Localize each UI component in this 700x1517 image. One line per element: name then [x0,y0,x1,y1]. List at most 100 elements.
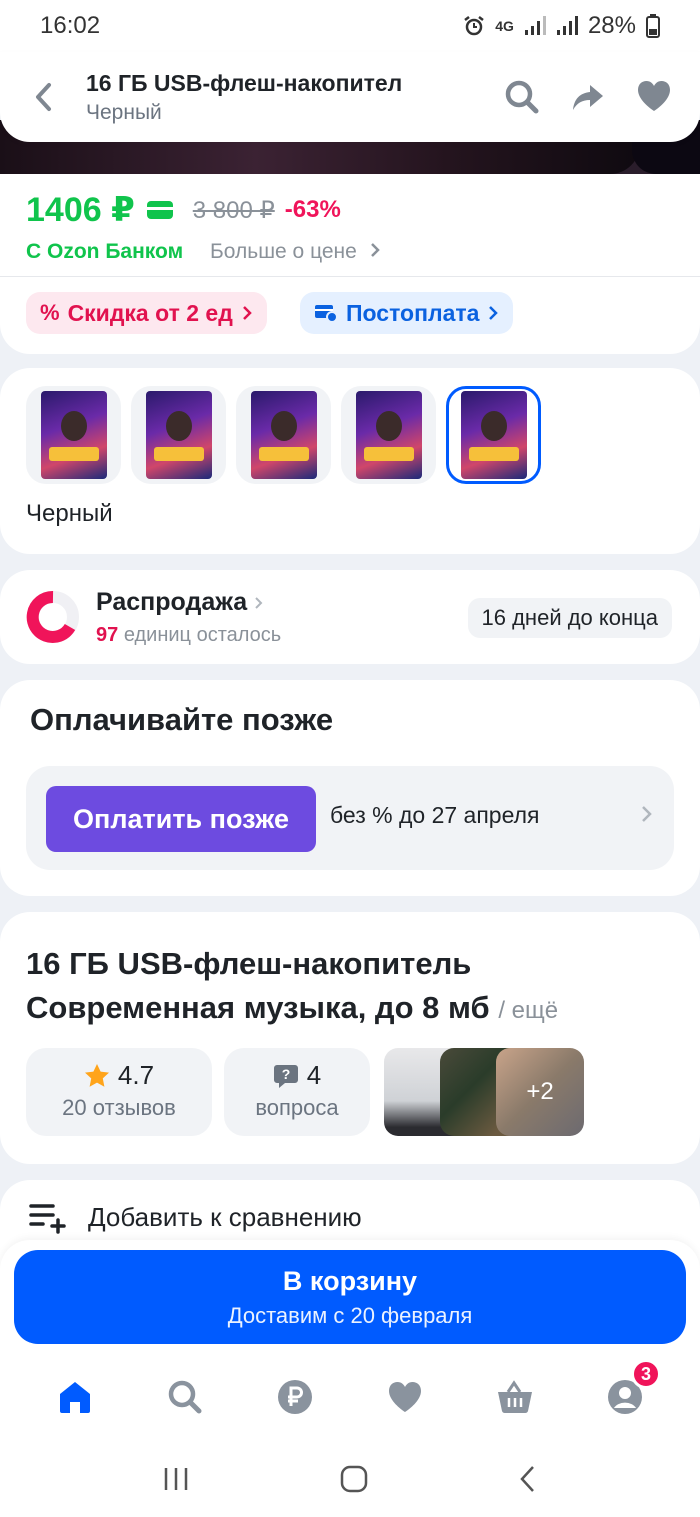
header-subtitle: Черный [86,100,162,124]
variant-thumb[interactable] [131,386,226,484]
battery-icon [646,14,660,38]
tab-finance[interactable] [265,1367,325,1427]
variant-thumb[interactable] [26,386,121,484]
pay-later-offer[interactable]: Оплатить позже без % до 27 апреля [26,766,674,870]
header-title: 16 ГБ USB-флеш-накопител [86,69,403,96]
network-type: 4G [495,18,514,34]
sale-card[interactable]: Распродажа 97 единиц осталось 16 дней до… [0,570,700,664]
questions-block[interactable]: ? 4 вопроса [224,1048,370,1136]
selected-variant-label: Черный [26,500,113,527]
profile-badge: 3 [631,1359,661,1389]
divider [0,276,700,277]
questions-count: 4 [306,1060,322,1090]
chevron-right-icon [489,306,499,320]
percent-icon: % [40,300,60,325]
variant-image [460,391,527,479]
tab-catalog[interactable] [155,1367,215,1427]
show-more-link[interactable]: / ещё [498,997,558,1024]
ruble-icon [278,1380,312,1414]
sale-title-text: Распродажа [96,588,248,616]
customer-photo-more[interactable]: +2 [496,1048,584,1136]
postpay-chip[interactable]: Постоплата [300,292,514,334]
basket-icon [498,1380,532,1414]
home-button-icon[interactable] [340,1465,368,1493]
chevron-right-icon [242,306,252,320]
discount-chip-label: Скидка от 2 ед [67,299,233,326]
compare-list-icon [29,1204,66,1234]
pay-later-card: Оплачивайте позже Оплатить позже без % д… [0,680,700,896]
tab-home[interactable] [45,1367,105,1427]
chevron-right-icon [642,806,652,822]
product-info-card: 16 ГБ USB-флеш-накопитель Современная му… [0,912,700,1164]
status-time: 16:02 [40,12,101,39]
svg-text:?: ? [281,1066,290,1082]
product-header: 16 ГБ USB-флеш-накопител Черный [0,52,700,142]
variant-image [355,391,422,479]
tab-profile[interactable]: 3 [595,1359,661,1427]
search-icon[interactable] [504,79,540,115]
variant-image [145,391,212,479]
bottom-tab-bar: 3 [0,1354,700,1440]
pay-later-terms: без % до 27 апреля [330,802,540,828]
questions-label: вопроса [255,1095,339,1120]
recent-apps-icon[interactable] [162,1466,190,1492]
alarm-icon [464,16,485,36]
rating-value: 4.7 [117,1060,155,1090]
add-to-compare-label: Добавить к сравнению [88,1201,362,1232]
variant-thumb[interactable] [341,386,436,484]
variant-thumb-selected[interactable] [446,386,541,484]
back-nav-icon[interactable] [518,1465,538,1493]
card-clock-icon [315,305,338,323]
rating-block[interactable]: 4.7 20 отзывов [26,1048,212,1136]
reviews-count: 20 отзывов [62,1095,176,1120]
chevron-right-icon [370,243,380,257]
sale-count: 97 [96,624,119,646]
sale-units-text: единиц осталось [123,624,282,646]
search-icon [168,1380,202,1414]
pay-later-button[interactable]: Оплатить позже [46,786,316,852]
price-discount: -63% [284,196,341,223]
delivery-date: Доставим с 20 февраля [227,1303,473,1328]
chevron-left-icon [36,83,51,111]
battery-percent: 28% [587,12,636,39]
sale-units-left: 97 единиц осталось [96,624,281,647]
variant-image [40,391,107,479]
signal-icon-2 [556,16,578,35]
heart-icon [389,1382,421,1412]
photos-more-count: +2 [526,1078,554,1105]
add-to-compare[interactable]: Добавить к сравнению [28,1200,362,1234]
sale-title: Распродажа [96,588,264,617]
more-about-price-label: Больше о цене [210,240,357,263]
variants-card: Черный [0,368,700,554]
signal-icon [524,16,546,35]
discount-chip[interactable]: % Скидка от 2 ед [26,292,267,334]
heart-icon[interactable] [636,79,672,113]
more-about-price-link[interactable]: Больше о цене [210,240,381,264]
system-navigation-bar [0,1440,700,1517]
product-title-text: 16 ГБ USB-флеш-накопитель Современная му… [26,946,490,1025]
tab-cart[interactable] [485,1367,545,1427]
back-button[interactable] [0,82,86,112]
share-icon[interactable] [570,79,606,115]
bank-card-icon [146,201,173,219]
variant-thumb[interactable] [236,386,331,484]
days-left-badge: 16 дней до конца [467,598,672,638]
ozon-bank-label: С Ozon Банком [26,240,184,263]
star-icon [84,1063,109,1087]
add-to-cart-bar: В корзину Доставим с 20 февраля [0,1240,700,1354]
pay-later-heading: Оплачивайте позже [30,702,334,737]
question-bubble-icon: ? [273,1064,298,1088]
chevron-right-icon [255,597,263,609]
status-bar: 16:02 4G 28% [0,0,700,52]
sale-ring-icon [26,590,79,643]
price-current: 1406 ₽ [26,191,135,229]
add-to-cart-button[interactable]: В корзину Доставим с 20 февраля [14,1250,686,1344]
product-title[interactable]: 16 ГБ USB-флеш-накопитель Современная му… [26,942,676,1033]
tab-favorites[interactable] [375,1367,435,1427]
home-icon [60,1382,90,1413]
variant-image [250,391,317,479]
postpay-chip-label: Постоплата [346,299,480,326]
price-card: 1406 ₽ 3 800 ₽ -63% С Ozon Банком Больше… [0,174,700,354]
price-old: 3 800 ₽ [192,196,275,224]
add-to-cart-label: В корзину [282,1266,418,1296]
